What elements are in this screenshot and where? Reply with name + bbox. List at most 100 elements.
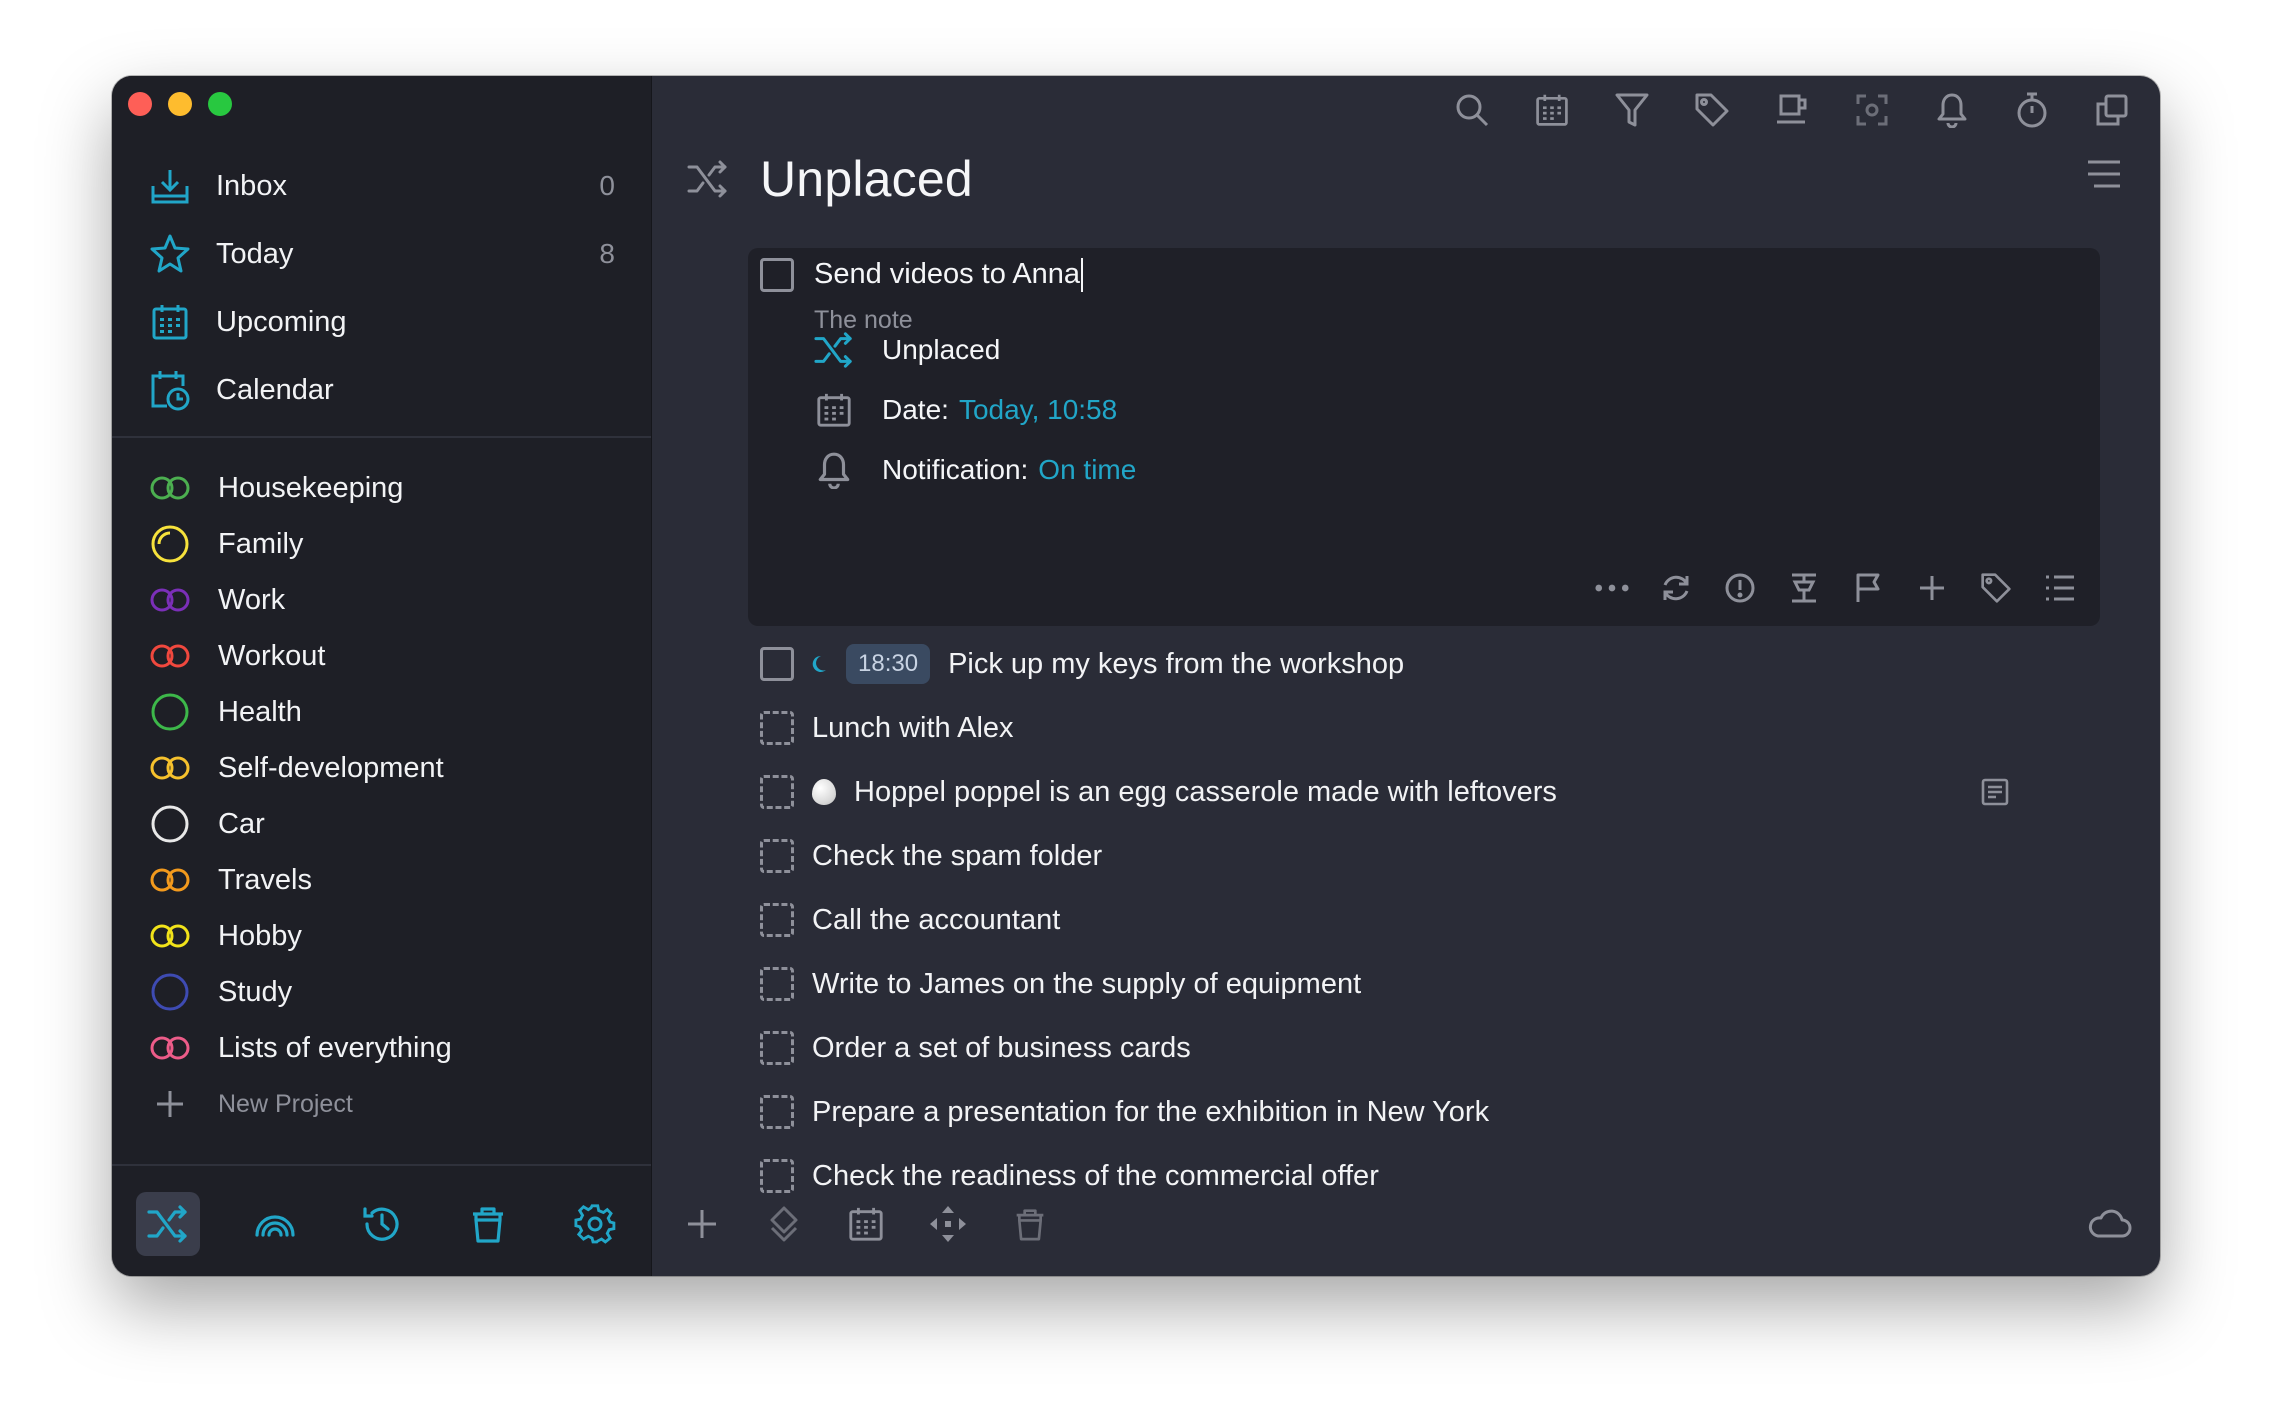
- rainbow-button[interactable]: [243, 1192, 307, 1256]
- task-row[interactable]: Lunch with Alex: [748, 696, 2080, 760]
- editor-title-row: Send videos to Anna: [760, 258, 1084, 293]
- close-window-button[interactable]: [128, 92, 152, 116]
- sidebar-item-label: Upcoming: [216, 305, 347, 338]
- more-dots-icon: [1595, 584, 1629, 592]
- project-label: Family: [218, 527, 304, 560]
- project-label: Study: [218, 975, 293, 1008]
- project-car[interactable]: Car: [112, 796, 651, 852]
- sync-button[interactable]: [2088, 1202, 2132, 1246]
- project-property[interactable]: Unplaced: [812, 328, 1000, 372]
- trash-button[interactable]: [456, 1192, 520, 1256]
- calendar-grid-icon: [812, 388, 856, 432]
- project-label: Self-development: [218, 751, 444, 784]
- notification-label: Notification:: [882, 454, 1029, 485]
- sidebar-item-inbox[interactable]: Inbox 0: [112, 152, 651, 220]
- task-checkbox[interactable]: [760, 711, 794, 745]
- task-text: Call the accountant: [812, 903, 1061, 936]
- project-housekeeping[interactable]: Housekeeping: [112, 460, 651, 516]
- sidebar-item-upcoming[interactable]: Upcoming: [112, 288, 651, 356]
- focus-button[interactable]: [1852, 90, 1892, 130]
- note-icon[interactable]: [1980, 777, 2010, 807]
- repeat-icon: [1663, 575, 1689, 601]
- priority-button[interactable]: [1722, 570, 1758, 606]
- project-self-development[interactable]: Self-development: [112, 740, 651, 796]
- task-checkbox[interactable]: [760, 967, 794, 1001]
- task-row[interactable]: Order a set of business cards: [748, 1016, 2080, 1080]
- project-workout[interactable]: Workout: [112, 628, 651, 684]
- new-project-button[interactable]: New Project: [112, 1076, 651, 1132]
- schedule-button[interactable]: [844, 1202, 888, 1246]
- task-row[interactable]: Prepare a presentation for the exhibitio…: [748, 1080, 2080, 1144]
- task-row[interactable]: Hoppel poppel is an egg casserole made w…: [748, 760, 2080, 824]
- plus-icon: [148, 1082, 192, 1126]
- project-health[interactable]: Health: [112, 684, 651, 740]
- task-editor: Send videos to Anna The note Unplaced Da…: [748, 248, 2100, 626]
- task-checkbox[interactable]: [760, 647, 794, 681]
- task-row[interactable]: 18:30 Pick up my keys from the workshop: [748, 632, 2080, 696]
- task-title-input[interactable]: Send videos to Anna: [814, 258, 1084, 293]
- sidebar-item-label: Inbox: [216, 169, 287, 202]
- repeat-button[interactable]: [1658, 570, 1694, 606]
- priority-diamond-button[interactable]: [762, 1202, 806, 1246]
- new-window-button[interactable]: [2092, 90, 2132, 130]
- sidebar-item-calendar[interactable]: Calendar: [112, 356, 651, 424]
- date-property[interactable]: Date: Today, 10:58: [812, 388, 1117, 432]
- break-button[interactable]: [1772, 90, 1812, 130]
- search-button[interactable]: [1452, 90, 1492, 130]
- rainbow-icon: [255, 1215, 295, 1237]
- shuffle-icon: [687, 160, 727, 198]
- notifications-button[interactable]: [1932, 90, 1972, 130]
- filter-button[interactable]: [1612, 90, 1652, 130]
- sidebar-item-today[interactable]: Today 8: [112, 220, 651, 288]
- task-checkbox[interactable]: [760, 839, 794, 873]
- tag-button[interactable]: [1978, 570, 2014, 606]
- linked-rings-icon: [148, 634, 192, 678]
- linked-rings-icon: [148, 578, 192, 622]
- task-checkbox[interactable]: [760, 1159, 794, 1193]
- unplaced-view-button[interactable]: [136, 1192, 200, 1256]
- project-travels[interactable]: Travels: [112, 852, 651, 908]
- add-task-button[interactable]: [680, 1202, 724, 1246]
- task-checkbox[interactable]: [760, 258, 794, 293]
- move-button[interactable]: [926, 1202, 970, 1246]
- notification-value[interactable]: On time: [1038, 454, 1136, 486]
- delete-button[interactable]: [1008, 1202, 1052, 1246]
- notification-property[interactable]: Notification: On time: [812, 448, 1136, 492]
- task-row[interactable]: Call the accountant: [748, 888, 2080, 952]
- checklist-button[interactable]: [2042, 570, 2078, 606]
- task-text: Prepare a presentation for the exhibitio…: [812, 1095, 1490, 1128]
- trash-icon: [473, 1207, 504, 1243]
- editor-actions: [1594, 570, 2078, 606]
- project-lists-of-everything[interactable]: Lists of everything: [112, 1020, 651, 1076]
- project-work[interactable]: Work: [112, 572, 651, 628]
- task-checkbox[interactable]: [760, 775, 794, 809]
- zoom-window-button[interactable]: [208, 92, 232, 116]
- task-checkbox[interactable]: [760, 903, 794, 937]
- task-row[interactable]: Write to James on the supply of equipmen…: [748, 952, 2080, 1016]
- bell-icon: [812, 448, 856, 492]
- project-hobby[interactable]: Hobby: [112, 908, 651, 964]
- history-button[interactable]: [350, 1192, 414, 1256]
- minimize-window-button[interactable]: [168, 92, 192, 116]
- project-label: Hobby: [218, 919, 302, 952]
- add-subtask-button[interactable]: [1914, 570, 1950, 606]
- timer-button[interactable]: [2012, 90, 2052, 130]
- waiting-button[interactable]: [1786, 570, 1822, 606]
- task-checkbox[interactable]: [760, 1031, 794, 1065]
- project-study[interactable]: Study: [112, 964, 651, 1020]
- exclamation-circle-icon: [1725, 573, 1755, 603]
- tag-button[interactable]: [1692, 90, 1732, 130]
- task-checkbox[interactable]: [760, 1095, 794, 1129]
- more-button[interactable]: [1594, 570, 1630, 606]
- search-icon: [1456, 94, 1489, 127]
- list-menu-button[interactable]: [2086, 158, 2126, 198]
- history-icon: [362, 1207, 399, 1241]
- flag-button[interactable]: [1850, 570, 1886, 606]
- calendar-button[interactable]: [1532, 90, 1572, 130]
- project-family[interactable]: Family: [112, 516, 651, 572]
- trash-icon: [1016, 1209, 1044, 1241]
- task-text: Hoppel poppel is an egg casserole made w…: [854, 775, 1557, 808]
- date-value[interactable]: Today, 10:58: [959, 394, 1117, 426]
- task-row[interactable]: Check the spam folder: [748, 824, 2080, 888]
- settings-button[interactable]: [563, 1192, 627, 1256]
